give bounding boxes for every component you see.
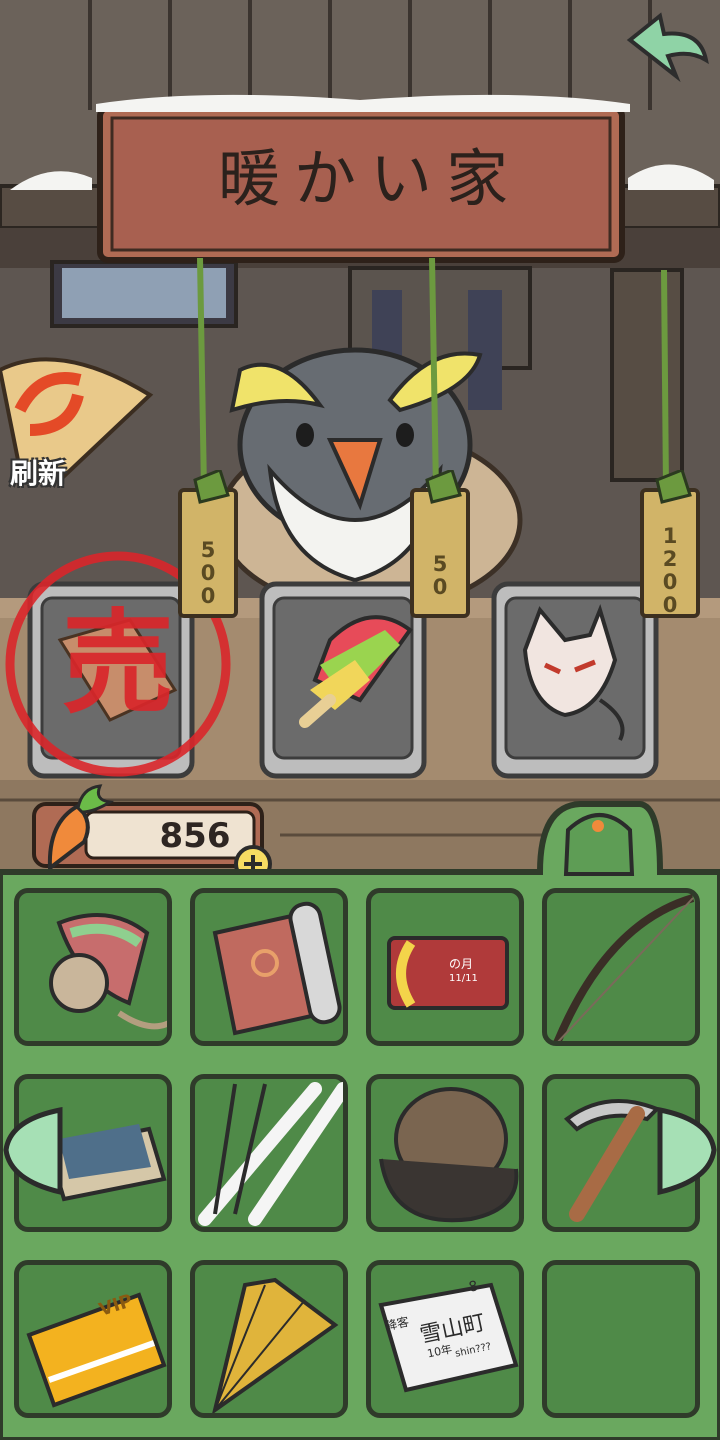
card-label: の月 bbox=[449, 957, 474, 971]
folding-fan-icon bbox=[211, 1277, 339, 1415]
price-label-1: 500 bbox=[196, 537, 220, 607]
back-button[interactable] bbox=[612, 8, 716, 88]
inventory-slot-9[interactable]: VIP bbox=[14, 1260, 172, 1418]
rolled-mat-icon bbox=[212, 901, 342, 1036]
inventory-slot-3[interactable]: の月 11/11 bbox=[366, 888, 524, 1046]
inventory-slot-11[interactable]: 雪山町 降客 8 10年 shin??? bbox=[366, 1260, 524, 1418]
inventory-slot-10[interactable] bbox=[190, 1260, 348, 1418]
inventory-slot-7[interactable] bbox=[366, 1074, 524, 1232]
inventory-slot-2[interactable] bbox=[190, 888, 348, 1046]
shop-sign-title: 暖かい家 bbox=[217, 142, 522, 215]
price-label-2: 50 bbox=[428, 552, 452, 598]
shop-item-slot-1[interactable] bbox=[30, 584, 192, 776]
inventory-slot-12[interactable] bbox=[542, 1260, 700, 1418]
bow-icon bbox=[553, 894, 695, 1045]
prev-page-button[interactable] bbox=[0, 1100, 64, 1200]
spinning-top-icon bbox=[49, 913, 171, 1030]
vip-card-icon bbox=[26, 1292, 167, 1408]
fur-hat-icon bbox=[379, 1087, 519, 1223]
inventory-slot-6[interactable] bbox=[190, 1074, 350, 1232]
back-arrow-icon bbox=[612, 8, 613, 9]
card-date: 11/11 bbox=[449, 973, 478, 984]
left-arrow-icon bbox=[3, 1106, 63, 1196]
playing-card-icon bbox=[387, 936, 509, 1010]
ski-set-icon bbox=[198, 1082, 350, 1226]
inventory-slot-4[interactable] bbox=[542, 888, 700, 1046]
shop-item-slot-2[interactable] bbox=[262, 584, 424, 776]
next-page-button[interactable] bbox=[656, 1100, 720, 1200]
inventory-slot-1[interactable] bbox=[14, 888, 172, 1046]
right-arrow-icon bbox=[657, 1106, 717, 1196]
shop-item-slot-3[interactable] bbox=[494, 584, 656, 776]
refresh-icon bbox=[0, 350, 1, 351]
price-label-3: 1200 bbox=[658, 524, 682, 616]
inventory-tab[interactable] bbox=[548, 806, 652, 872]
